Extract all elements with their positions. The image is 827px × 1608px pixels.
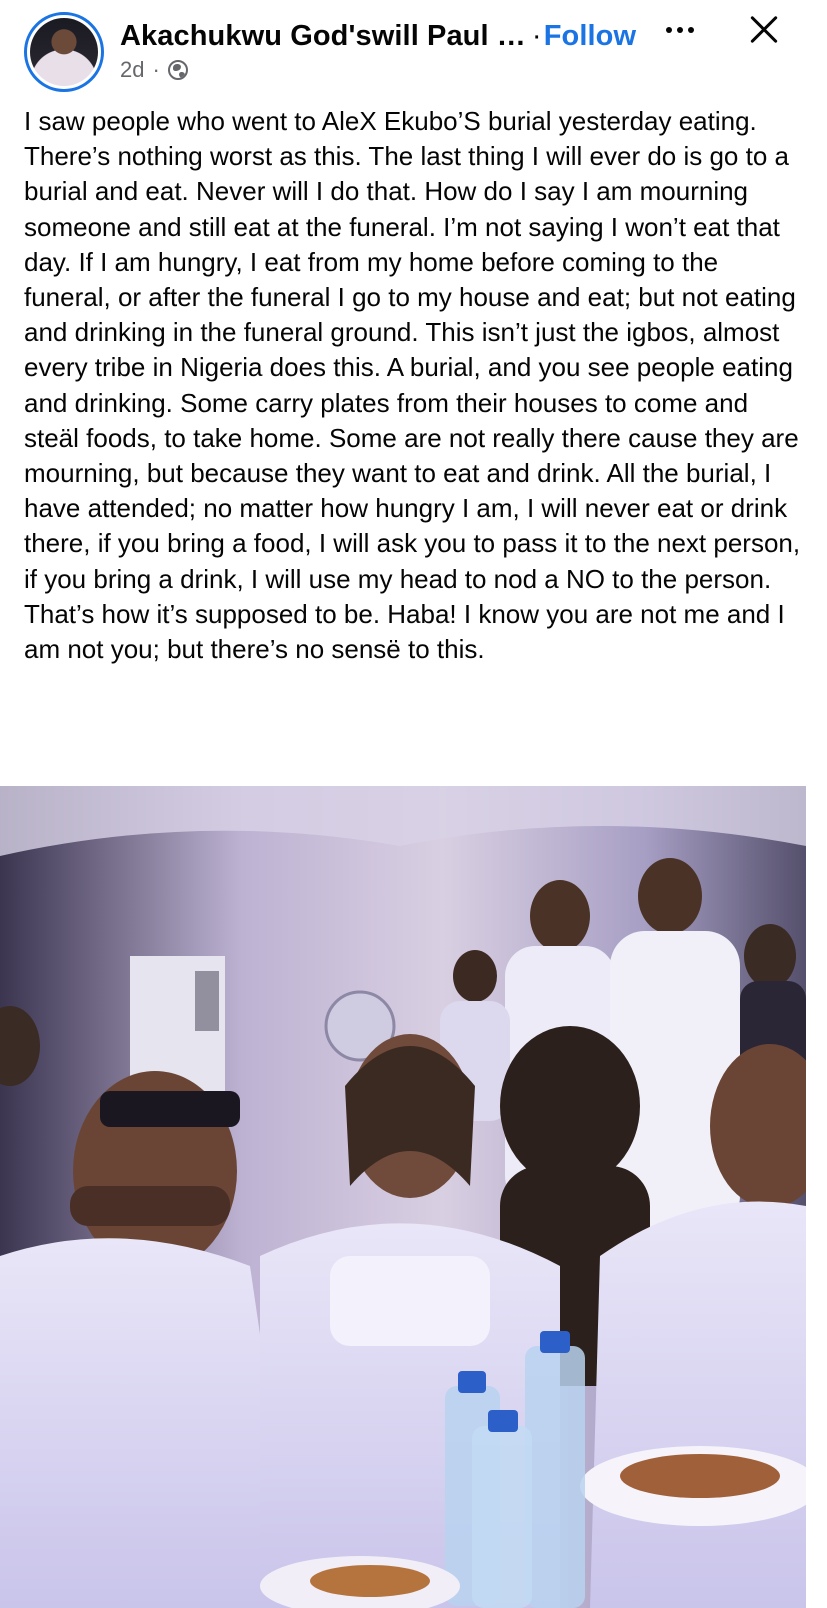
post-header: Akachukwu God'swill Paul … ·Follow 2d · bbox=[0, 0, 827, 98]
separator-dot: · bbox=[531, 20, 542, 52]
author-name[interactable]: Akachukwu God'swill Paul … bbox=[120, 20, 526, 52]
meta-separator: · bbox=[152, 57, 160, 82]
more-horizontal-icon[interactable] bbox=[660, 18, 700, 42]
author-line: Akachukwu God'swill Paul … ·Follow bbox=[120, 20, 636, 53]
globe-icon bbox=[167, 60, 188, 80]
close-icon[interactable] bbox=[744, 10, 784, 50]
avatar-image bbox=[30, 18, 98, 86]
post-time[interactable]: 2d bbox=[120, 57, 144, 83]
post-meta: 2d · bbox=[120, 56, 188, 84]
photo-illustration bbox=[0, 786, 806, 1608]
avatar[interactable] bbox=[24, 12, 104, 92]
post-photo[interactable] bbox=[0, 786, 806, 1608]
post-body-text: I saw people who went to AleX Ekubo’S bu… bbox=[24, 106, 801, 665]
follow-button[interactable]: Follow bbox=[544, 20, 636, 52]
